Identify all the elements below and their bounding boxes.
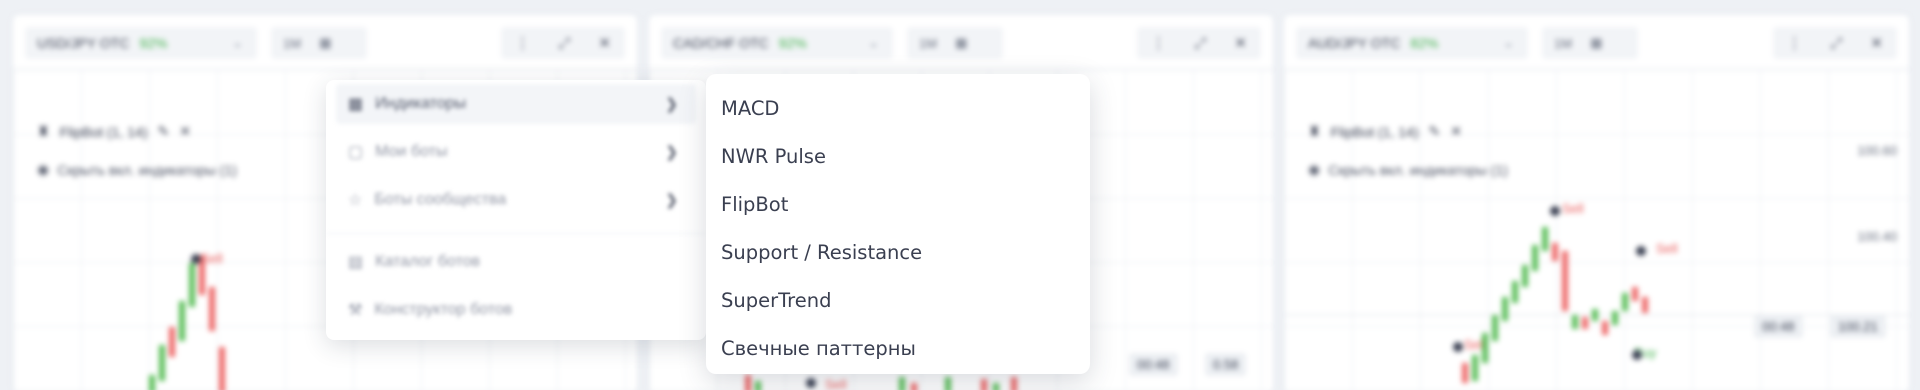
submenu-item-nwr-pulse[interactable]: NWR Pulse [706, 132, 1090, 180]
menu-item-indicators[interactable]: ▩ Индикаторы ❯ [336, 84, 696, 124]
menu-item-label: Мои боты [375, 143, 448, 160]
indicators-submenu: MACD NWR Pulse FlipBot Support / Resista… [706, 74, 1090, 374]
candles [1284, 206, 1909, 383]
wrench-icon: ⚒ [348, 302, 363, 319]
bot-icon: ▢ [348, 144, 364, 161]
menu-divider [326, 233, 706, 234]
catalog-icon: ▤ [348, 254, 364, 271]
context-menu: ▩ Индикаторы ❯ ▢ Мои боты ❯ ☆ Боты сообщ… [326, 80, 706, 340]
submenu-item-support-resistance[interactable]: Support / Resistance [706, 228, 1090, 276]
chevron-right-icon: ❯ [665, 96, 678, 113]
menu-item-bot-builder[interactable]: ⚒ Конструктор ботов [336, 290, 696, 330]
submenu-item-supertrend[interactable]: SuperTrend [706, 276, 1090, 324]
chart-panel-3: AUD/JPY OTC 82% ⌄ 1M ▦ ⋮ ⤢ ✕ ♜ FlipBot (… [1283, 14, 1910, 390]
menu-item-my-bots[interactable]: ▢ Мои боты ❯ [336, 132, 696, 172]
star-icon: ☆ [348, 192, 363, 209]
chevron-right-icon: ❯ [665, 144, 678, 161]
chart-icon: ▩ [348, 96, 364, 113]
chevron-right-icon: ❯ [665, 192, 678, 209]
submenu-item-candle-patterns[interactable]: Свечные паттерны [706, 324, 1090, 372]
menu-item-community-bots[interactable]: ☆ Боты сообщества ❯ [336, 180, 696, 220]
menu-item-label: Индикаторы [375, 95, 467, 112]
menu-item-label: Боты сообщества [374, 191, 507, 208]
menu-item-label: Каталог ботов [375, 253, 480, 270]
menu-item-bot-catalog[interactable]: ▤ Каталог ботов [336, 242, 696, 282]
menu-item-label: Конструктор ботов [374, 301, 513, 318]
submenu-item-flipbot[interactable]: FlipBot [706, 180, 1090, 228]
submenu-item-macd[interactable]: MACD [706, 84, 1090, 132]
